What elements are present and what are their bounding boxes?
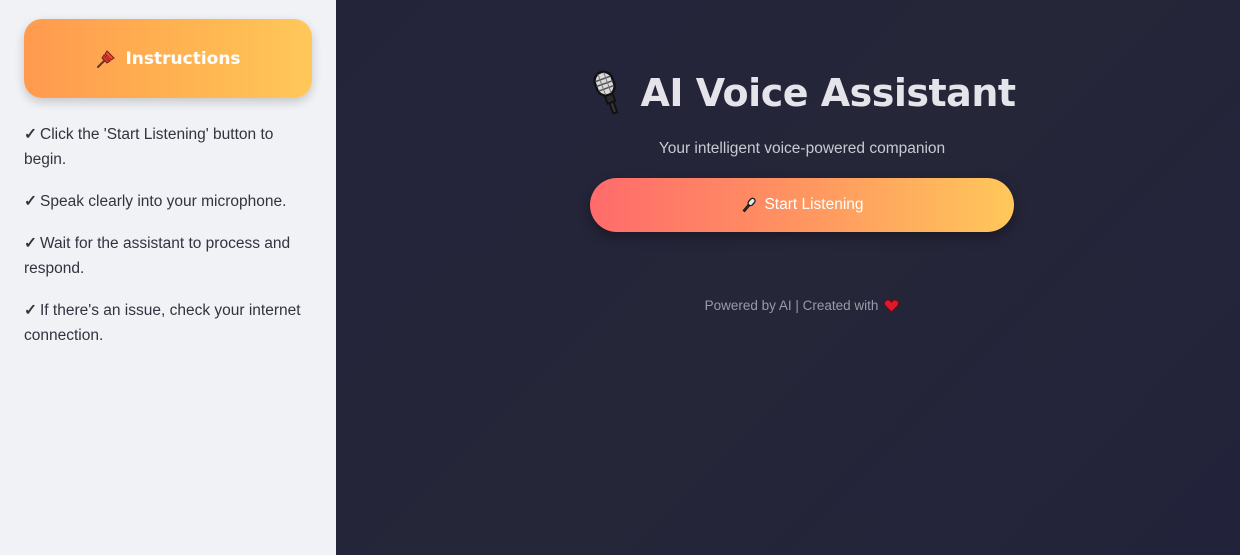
- pushpin-icon: [95, 48, 117, 70]
- check-mark: ✓: [24, 126, 37, 143]
- footer-text: Powered by AI | Created with: [704, 298, 879, 313]
- check-mark: ✓: [24, 235, 37, 252]
- microphone-icon: [740, 196, 758, 214]
- title-row: AI Voice Assistant: [588, 68, 1016, 118]
- check-mark: ✓: [24, 193, 37, 210]
- instruction-text: Speak clearly into your microphone.: [40, 193, 287, 210]
- instruction-step: ✓ Speak clearly into your microphone.: [24, 189, 304, 214]
- app-root: Instructions ✓ Click the 'Start Listening…: [0, 0, 1240, 555]
- hero-section: AI Voice Assistant Your intelligent voic…: [336, 68, 1240, 313]
- studio-microphone-icon: [588, 68, 628, 118]
- instructions-card: Instructions: [24, 19, 312, 98]
- page-title: AI Voice Assistant: [640, 71, 1016, 115]
- instruction-text: If there's an issue, check your internet…: [24, 302, 301, 344]
- instruction-text: Wait for the assistant to process and re…: [24, 235, 291, 277]
- page-subtitle: Your intelligent voice-powered companion: [658, 140, 946, 157]
- instruction-list: ✓ Click the 'Start Listening' button to b…: [24, 122, 312, 348]
- footer: Powered by AI | Created with: [705, 298, 900, 313]
- heart-icon: [884, 298, 900, 313]
- main-panel: AI Voice Assistant Your intelligent voic…: [336, 0, 1240, 555]
- check-mark: ✓: [24, 302, 37, 319]
- instruction-step: ✓ Wait for the assistant to process and r…: [24, 231, 304, 281]
- instructions-title: Instructions: [125, 48, 241, 69]
- start-listening-button[interactable]: Start Listening: [590, 178, 1014, 232]
- instruction-step: ✓ Click the 'Start Listening' button to b…: [24, 122, 304, 172]
- sidebar: Instructions ✓ Click the 'Start Listening…: [0, 0, 336, 555]
- start-listening-label: Start Listening: [764, 196, 864, 213]
- instruction-step: ✓ If there's an issue, check your interne…: [24, 298, 304, 348]
- instruction-text: Click the 'Start Listening' button to be…: [24, 126, 274, 168]
